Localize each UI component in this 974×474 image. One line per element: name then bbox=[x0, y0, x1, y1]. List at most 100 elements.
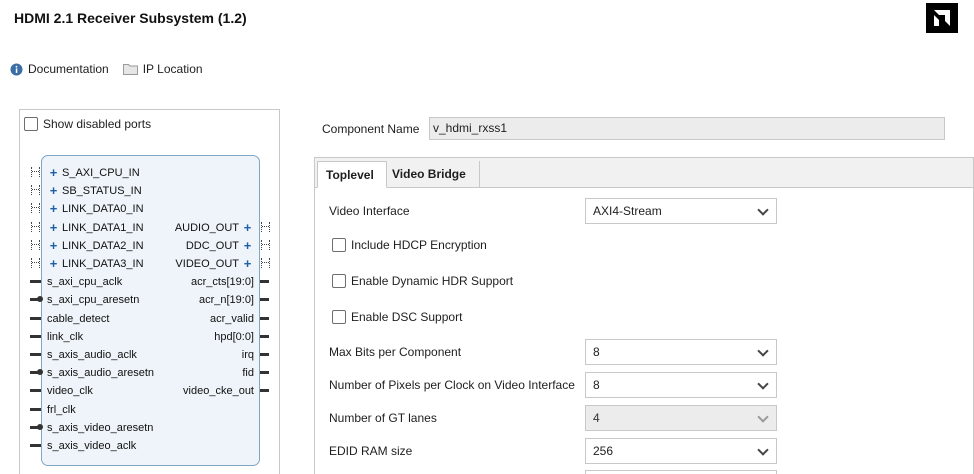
ip-symbol-block: + S_AXI_CPU_IN + SB_STATUS_IN + LINK_DATA0_IN… bbox=[41, 155, 260, 466]
port-left-s-axis-video-aresetn[interactable]: s_axis_video_aresetn bbox=[47, 419, 153, 437]
header-links: Documentation IP Location bbox=[10, 62, 203, 76]
wire-pin bbox=[260, 298, 269, 302]
chevron-down-icon bbox=[757, 444, 769, 456]
port-left-link-data3-in[interactable]: + LINK_DATA3_IN bbox=[47, 255, 144, 273]
port-right-video-cke-out[interactable]: video_cke_out bbox=[183, 382, 254, 400]
port-right-acr-valid[interactable]: acr_valid bbox=[210, 310, 254, 328]
enable-dsc-checkbox[interactable] bbox=[332, 310, 346, 324]
port-left-link-data1-in[interactable]: + LINK_DATA1_IN bbox=[47, 219, 144, 237]
tab-video-bridge[interactable]: Video Bridge bbox=[385, 161, 480, 188]
port-label: frl_clk bbox=[47, 403, 76, 416]
include-hdcp-checkbox[interactable] bbox=[332, 238, 346, 252]
port-label: LINK_DATA1_IN bbox=[62, 221, 144, 234]
tab-toplevel[interactable]: Toplevel bbox=[317, 161, 387, 188]
bus-pin bbox=[261, 239, 270, 250]
configuration-tabs-panel: Toplevel Video Bridge Video Interface AX… bbox=[314, 157, 974, 474]
chevron-down-icon bbox=[757, 411, 769, 423]
port-label: AUDIO_OUT bbox=[174, 221, 239, 234]
expand-plus-icon[interactable]: + bbox=[241, 219, 254, 237]
enable-hdr-label: Enable Dynamic HDR Support bbox=[351, 274, 514, 288]
wire-pin bbox=[260, 353, 269, 356]
port-label: hpd[0:0] bbox=[214, 330, 254, 343]
symbol-panel: Show disabled ports + S_AXI_CPU_IN + SB_STA… bbox=[19, 109, 280, 474]
wire-pin bbox=[260, 334, 269, 338]
wire-pin bbox=[30, 407, 41, 411]
wire-pin bbox=[30, 316, 41, 320]
expand-plus-icon[interactable]: + bbox=[241, 255, 254, 273]
include-hdcp-label: Include HDCP Encryption bbox=[351, 238, 487, 252]
documentation-label: Documentation bbox=[28, 62, 109, 76]
bus-pin bbox=[31, 239, 40, 250]
gt-lanes-label: Number of GT lanes bbox=[329, 411, 437, 425]
bus-pin bbox=[31, 185, 40, 196]
reset-bubble bbox=[37, 423, 43, 430]
port-label: s_axis_video_aclk bbox=[47, 440, 137, 452]
expand-plus-icon[interactable]: + bbox=[47, 219, 60, 237]
port-label: fid bbox=[242, 367, 254, 380]
port-label: LINK_DATA3_IN bbox=[62, 258, 144, 270]
expand-plus-icon[interactable]: + bbox=[47, 200, 60, 218]
gt-lanes-value: 4 bbox=[593, 411, 600, 425]
port-left-link-data0-in[interactable]: + LINK_DATA0_IN bbox=[47, 200, 144, 218]
port-label: video_clk bbox=[47, 385, 93, 398]
ip-location-label: IP Location bbox=[142, 62, 203, 76]
port-right-acr-n-19-0-[interactable]: acr_n[19:0] bbox=[199, 291, 254, 309]
show-disabled-ports-label: Show disabled ports bbox=[43, 117, 152, 131]
enable-hdr-checkbox[interactable] bbox=[332, 274, 346, 288]
port-left-s-axis-video-aclk[interactable]: s_axis_video_aclk bbox=[47, 437, 136, 455]
edid-ram-select[interactable]: 256 bbox=[585, 438, 777, 464]
max-bits-value: 8 bbox=[593, 345, 600, 359]
enable-dsc-label: Enable DSC Support bbox=[351, 310, 463, 324]
chevron-down-icon bbox=[757, 378, 769, 390]
show-disabled-ports-checkbox[interactable] bbox=[24, 117, 38, 131]
pixels-per-clock-select[interactable]: 8 bbox=[585, 372, 777, 398]
port-right-audio-out[interactable]: AUDIO_OUT + bbox=[175, 219, 254, 237]
expand-plus-icon[interactable]: + bbox=[241, 237, 254, 255]
port-left-cable-detect[interactable]: cable_detect bbox=[47, 310, 109, 328]
max-bits-select[interactable]: 8 bbox=[585, 339, 777, 365]
enable-dsc-option[interactable]: Enable DSC Support bbox=[332, 310, 462, 324]
port-left-s-axis-audio-aclk[interactable]: s_axis_audio_aclk bbox=[47, 346, 137, 364]
port-right-acr-cts-19-0-[interactable]: acr_cts[19:0] bbox=[191, 273, 254, 291]
port-label: LINK_DATA2_IN bbox=[62, 239, 144, 252]
port-label: SB_STATUS_IN bbox=[62, 185, 142, 198]
next-setting-select[interactable] bbox=[585, 470, 777, 474]
video-interface-label: Video Interface bbox=[329, 204, 410, 218]
wire-pin bbox=[30, 389, 41, 393]
port-label: s_axis_video_aresetn bbox=[47, 421, 154, 434]
wire-pin bbox=[30, 353, 41, 356]
bus-pin bbox=[31, 167, 40, 177]
port-right-irq[interactable]: irq bbox=[242, 346, 254, 364]
expand-plus-icon[interactable]: + bbox=[47, 255, 60, 273]
port-right-ddc-out[interactable]: DDC_OUT + bbox=[186, 237, 254, 255]
wire-pin bbox=[260, 316, 269, 320]
port-left-video-clk[interactable]: video_clk bbox=[47, 382, 93, 400]
component-name-label: Component Name bbox=[322, 122, 420, 136]
expand-plus-icon[interactable]: + bbox=[47, 164, 60, 182]
port-left-s-axi-cpu-aclk[interactable]: s_axi_cpu_aclk bbox=[47, 273, 122, 291]
port-label: acr_valid bbox=[209, 312, 254, 325]
port-left-link-data2-in[interactable]: + LINK_DATA2_IN bbox=[47, 237, 144, 255]
port-left-s-axi-cpu-aresetn[interactable]: s_axi_cpu_aresetn bbox=[47, 291, 139, 309]
show-disabled-ports-option[interactable]: Show disabled ports bbox=[24, 117, 151, 131]
ip-location-link[interactable]: IP Location bbox=[122, 62, 203, 76]
include-hdcp-option[interactable]: Include HDCP Encryption bbox=[332, 238, 487, 252]
bus-pin bbox=[261, 258, 270, 268]
port-left-s-axi-cpu-in[interactable]: + S_AXI_CPU_IN bbox=[47, 164, 140, 182]
chevron-down-icon bbox=[757, 345, 769, 357]
enable-hdr-option[interactable]: Enable Dynamic HDR Support bbox=[332, 274, 513, 288]
component-name-input[interactable]: v_hdmi_rxss1 bbox=[429, 117, 945, 140]
port-right-video-out[interactable]: VIDEO_OUT + bbox=[175, 255, 254, 273]
port-label: S_AXI_CPU_IN bbox=[62, 167, 140, 179]
video-interface-select[interactable]: AXI4-Stream bbox=[585, 198, 777, 224]
documentation-link[interactable]: Documentation bbox=[10, 62, 109, 76]
port-right-hpd-0-0-[interactable]: hpd[0:0] bbox=[214, 328, 254, 346]
port-left-frl-clk[interactable]: frl_clk bbox=[47, 401, 76, 419]
port-left-link-clk[interactable]: link_clk bbox=[47, 328, 83, 346]
port-left-sb-status-in[interactable]: + SB_STATUS_IN bbox=[47, 182, 142, 200]
port-label: irq bbox=[241, 349, 254, 361]
port-right-fid[interactable]: fid bbox=[242, 364, 254, 382]
expand-plus-icon[interactable]: + bbox=[47, 182, 60, 200]
expand-plus-icon[interactable]: + bbox=[47, 237, 60, 255]
port-left-s-axis-audio-aresetn[interactable]: s_axis_audio_aresetn bbox=[47, 364, 154, 382]
